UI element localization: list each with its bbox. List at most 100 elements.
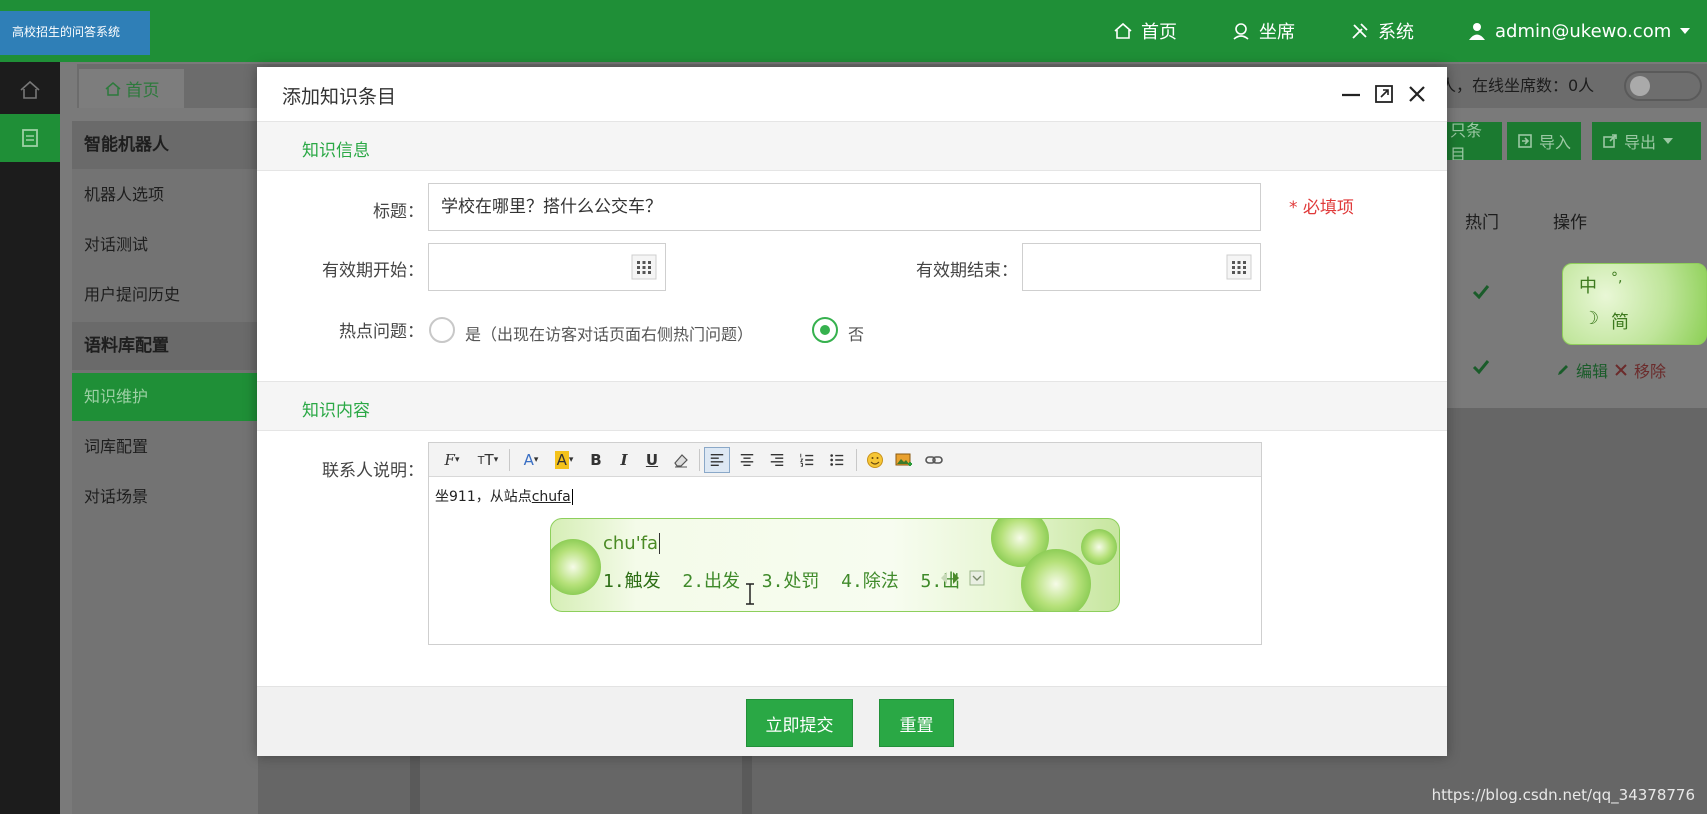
menu-item-question-history[interactable]: 用户提问历史	[72, 271, 258, 319]
menu-group-corpus[interactable]: 语料库配置	[72, 322, 258, 370]
reset-button[interactable]: 重置	[879, 699, 954, 747]
tab-home[interactable]: 首页	[79, 69, 184, 108]
ime-width-moon[interactable]: ☽	[1583, 308, 1599, 329]
nav-user[interactable]: admin@ukewo.com	[1467, 0, 1691, 62]
ime-page-arrows-icon[interactable]	[939, 570, 971, 586]
start-date-label: 有效期开始：	[322, 261, 424, 281]
title-input[interactable]: 学校在哪里？搭什么公交车？	[428, 183, 1261, 231]
editor-composing-text: chufa	[531, 489, 571, 505]
hot-yes-label[interactable]: 是（出现在访客对话页面右侧热门问题）	[465, 321, 753, 345]
sidebar-knowledge-button[interactable]	[0, 114, 60, 162]
ime-composition: chu'fa	[603, 533, 661, 554]
insert-image-icon[interactable]	[891, 447, 917, 473]
hot-no-radio[interactable]	[812, 317, 838, 343]
highlight-color-button[interactable]: A ▾	[549, 447, 579, 473]
ime-menu-icon[interactable]	[969, 570, 985, 586]
text-cursor-icon	[746, 583, 754, 605]
nav-system[interactable]: 系统	[1350, 0, 1414, 62]
editor-content[interactable]: 坐911，从站点chufa	[435, 486, 573, 506]
ime-candidate[interactable]: 3.处罚	[762, 571, 820, 592]
toolbar-separator	[509, 449, 510, 471]
watermark: https://blog.csdn.net/qq_34378776	[1431, 786, 1695, 804]
end-date-input[interactable]	[1022, 243, 1261, 291]
export-button[interactable]: 导出	[1592, 122, 1701, 160]
import-button[interactable]: 导入	[1507, 122, 1582, 160]
nav-seat[interactable]: 坐席	[1231, 0, 1295, 62]
remove-link[interactable]: 移除	[1634, 358, 1666, 382]
font-size-button[interactable]: T T ▾	[473, 447, 503, 473]
section-knowledge-content: 知识内容	[257, 381, 1447, 431]
menu-item-dialog-test[interactable]: 对话测试	[72, 221, 258, 269]
check-icon	[1472, 360, 1490, 375]
headset-icon	[1231, 21, 1251, 41]
home-icon	[104, 80, 122, 98]
align-right-icon[interactable]	[764, 447, 790, 473]
underline-button[interactable]: U	[641, 447, 663, 473]
home-icon	[1113, 21, 1133, 41]
font-family-button[interactable]: F ▾	[437, 447, 467, 473]
brand-logo[interactable]: 高校招生的问答系统	[0, 11, 150, 55]
hot-no-label[interactable]: 否	[848, 321, 864, 345]
start-date-input[interactable]	[428, 243, 666, 291]
minimize-icon[interactable]	[1339, 82, 1363, 106]
close-icon	[1614, 363, 1628, 377]
flower-decoration	[1081, 529, 1117, 565]
menu-item-dialog-scene[interactable]: 对话场景	[72, 473, 258, 521]
ime-candidate-list: 1.触发 2.出发 3.处罚 4.除法 5.出	[603, 567, 960, 593]
align-left-icon[interactable]	[704, 447, 730, 473]
tools-icon	[1350, 21, 1370, 41]
add-item-button[interactable]: 只条目	[1440, 122, 1502, 160]
export-icon	[1602, 133, 1618, 149]
check-icon	[1472, 285, 1490, 300]
hot-question-label: 热点问题：	[339, 322, 424, 342]
import-icon	[1517, 133, 1533, 149]
link-icon[interactable]	[921, 447, 947, 473]
ime-candidate[interactable]: 4.除法	[841, 571, 899, 592]
online-status-text: 人，在线坐席数：0人	[1440, 76, 1595, 95]
bold-button[interactable]: B	[585, 447, 607, 473]
emoji-icon[interactable]	[862, 447, 888, 473]
rich-text-editor[interactable]: F ▾ T T ▾ A ▾ A ▾ B I U 坐911，从站点chufa ch…	[428, 442, 1262, 645]
italic-button[interactable]: I	[613, 447, 635, 473]
ime-candidate-window[interactable]: chu'fa 1.触发 2.出发 3.处罚 4.除法 5.出	[550, 518, 1120, 612]
home-icon	[19, 79, 41, 101]
ordered-list-icon[interactable]	[794, 447, 820, 473]
toolbar-separator	[699, 449, 700, 471]
submit-button[interactable]: 立即提交	[746, 699, 853, 747]
top-bar: 高校招生的问答系统 首页 坐席 系统 admin@ukewo.com	[0, 0, 1707, 62]
calendar-icon[interactable]	[631, 254, 657, 280]
menu-item-robot-options[interactable]: 机器人选项	[72, 171, 258, 219]
column-header-hot[interactable]: 热门	[1465, 208, 1499, 233]
ime-candidate[interactable]: 2.出发	[682, 571, 740, 592]
required-note: * 必填项	[1289, 198, 1354, 218]
hot-yes-radio[interactable]	[429, 317, 455, 343]
ime-status-bar[interactable]: 中 °, ☽ 简	[1562, 263, 1707, 345]
online-toggle[interactable]	[1624, 71, 1702, 101]
flower-decoration	[1021, 549, 1091, 611]
toolbar-separator	[856, 449, 857, 471]
radio-dot	[820, 325, 830, 335]
dialog-title: 添加知识条目	[282, 86, 397, 108]
dialog-header: 添加知识条目	[257, 67, 1447, 122]
editor-toolbar: F ▾ T T ▾ A ▾ A ▾ B I U	[429, 443, 1261, 477]
menu-item-knowledge[interactable]: 知识维护	[72, 373, 258, 421]
calendar-icon[interactable]	[1226, 254, 1252, 280]
pencil-icon	[1556, 363, 1570, 377]
ime-punct-label[interactable]: °,	[1611, 270, 1622, 286]
maximize-icon[interactable]	[1372, 82, 1396, 106]
caret-down-icon	[1662, 135, 1674, 147]
ime-mode-label[interactable]: 中	[1579, 272, 1597, 298]
menu-item-lexicon[interactable]: 词库配置	[72, 423, 258, 471]
edit-link[interactable]: 编辑	[1576, 358, 1608, 382]
align-center-icon[interactable]	[734, 447, 760, 473]
ime-simp-label[interactable]: 简	[1611, 308, 1629, 334]
ime-candidate[interactable]: 1.触发	[603, 571, 661, 592]
nav-home[interactable]: 首页	[1113, 0, 1177, 62]
unordered-list-icon[interactable]	[824, 447, 850, 473]
menu-group-robot[interactable]: 智能机器人	[72, 121, 258, 169]
font-color-button[interactable]: A ▾	[517, 447, 545, 473]
eraser-icon[interactable]	[669, 447, 693, 473]
sidebar-home-button[interactable]	[0, 66, 60, 114]
close-icon[interactable]	[1405, 82, 1429, 106]
flower-decoration	[551, 539, 601, 595]
